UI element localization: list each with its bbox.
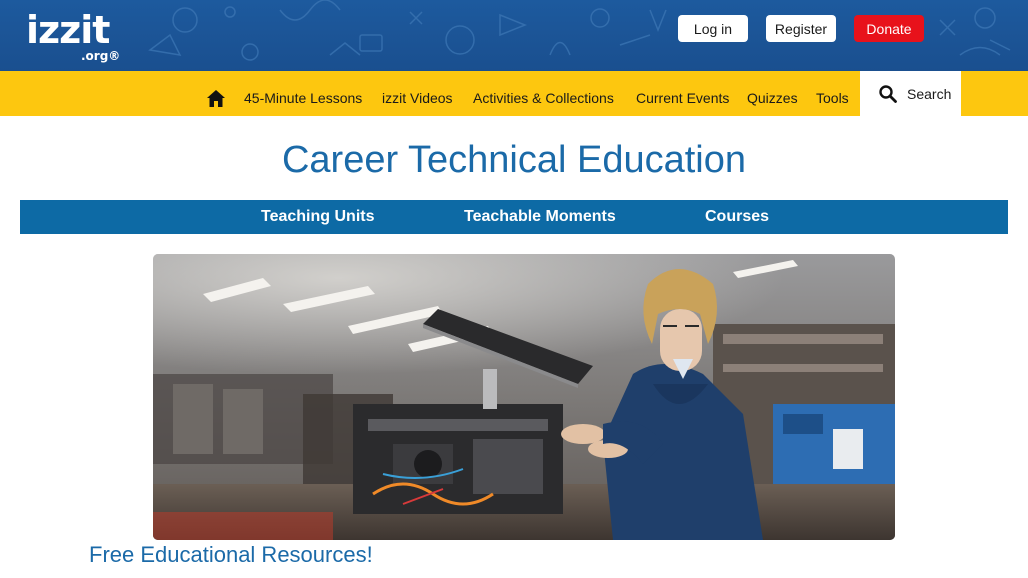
- register-button[interactable]: Register: [766, 15, 836, 42]
- nav-item-current-events[interactable]: Current Events: [636, 88, 729, 108]
- search-icon: [879, 84, 897, 103]
- logo-suffix: .org®: [81, 49, 121, 63]
- hero-image: [153, 254, 895, 540]
- nav-item-tools[interactable]: Tools: [816, 88, 849, 108]
- tab-teaching-units[interactable]: Teaching Units: [261, 200, 375, 234]
- section-heading: Free Educational Resources!: [89, 542, 373, 567]
- home-icon[interactable]: [206, 88, 226, 108]
- nav-item-activities[interactable]: Activities & Collections: [473, 88, 614, 108]
- logo-wordmark: izzit: [26, 8, 110, 52]
- sub-nav: Teaching Units Teachable Moments Courses: [20, 200, 1008, 234]
- izzit-logo[interactable]: izzit .org®: [26, 8, 122, 66]
- nav-item-lessons[interactable]: 45-Minute Lessons: [244, 88, 362, 108]
- page-title: Career Technical Education: [281, 139, 746, 181]
- login-button[interactable]: Log in: [678, 15, 748, 42]
- donate-button[interactable]: Donate: [854, 15, 924, 42]
- nav-item-quizzes[interactable]: Quizzes: [747, 88, 798, 108]
- site-header: izzit .org® Log in Register Donate: [0, 0, 1028, 71]
- search-button[interactable]: Search: [860, 71, 961, 116]
- search-label: Search: [907, 85, 952, 102]
- tab-courses[interactable]: Courses: [705, 200, 769, 234]
- nav-item-videos[interactable]: izzit Videos: [382, 88, 453, 108]
- tab-teachable-moments[interactable]: Teachable Moments: [464, 200, 616, 234]
